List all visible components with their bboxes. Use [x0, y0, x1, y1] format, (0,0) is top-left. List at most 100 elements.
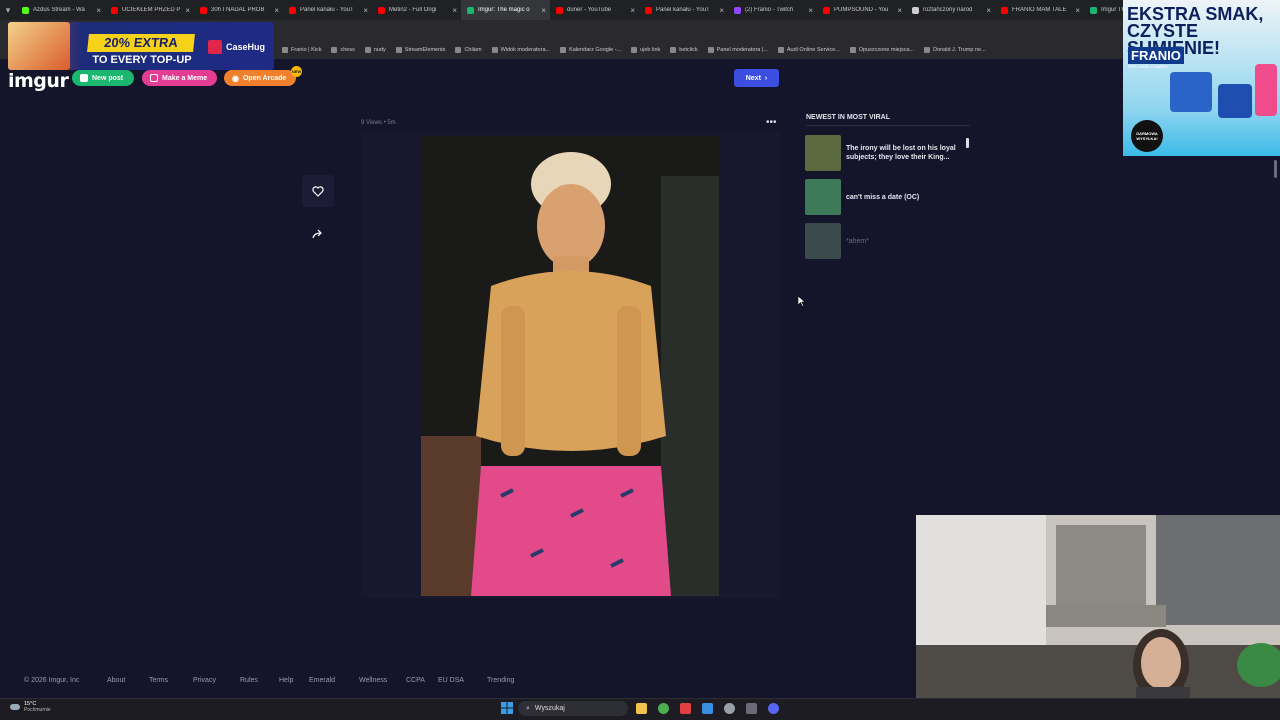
- tab-title: FRANIO MAM TALE: [1012, 7, 1067, 13]
- tab-favicon-icon: [734, 6, 741, 14]
- tab-close-icon[interactable]: ×: [719, 6, 724, 15]
- tab-close-icon[interactable]: ×: [274, 6, 279, 15]
- tab-close-icon[interactable]: ×: [897, 6, 902, 15]
- more-options-icon[interactable]: •••: [766, 117, 777, 128]
- tab-close-icon[interactable]: ×: [96, 6, 101, 15]
- bookmark-label: Franio | Kick: [291, 46, 322, 53]
- bookmark-item[interactable]: Franio | Kick: [282, 46, 322, 53]
- footer-link-trending[interactable]: Trending: [487, 677, 514, 684]
- footer-link-help[interactable]: Help: [279, 677, 309, 684]
- bookmark-item[interactable]: Opuszczone miejsca...: [849, 46, 915, 53]
- browser-tab[interactable]: Azdus Stream - Wa ×: [16, 0, 105, 20]
- bookmark-label: Chilam: [464, 46, 482, 53]
- tab-title: duner - YouTube: [567, 7, 612, 13]
- browser-tab[interactable]: Panel kanału - YouT ×: [283, 0, 372, 20]
- weather-desc: Pochmurnie: [24, 707, 51, 713]
- discord-icon[interactable]: [768, 703, 779, 714]
- bookmark-favicon-icon: [455, 46, 462, 53]
- file-explorer-icon[interactable]: [636, 703, 647, 714]
- meme-icon: [150, 74, 158, 82]
- tab-title: Imgur: The magic o: [478, 7, 530, 13]
- viral-item[interactable]: *ahem*: [805, 223, 971, 259]
- browser-tab[interactable]: FRANIO MAM TALE ×: [995, 0, 1084, 20]
- bookmark-item[interactable]: ujeb link: [631, 46, 660, 53]
- tab-close-icon[interactable]: ×: [363, 6, 368, 15]
- bookmark-favicon-icon: [707, 46, 714, 53]
- taskbar-search-label: Wyszukaj: [534, 705, 565, 712]
- next-post-button[interactable]: Next ›: [734, 69, 779, 87]
- webcam-overlay: [916, 515, 1280, 705]
- bookmark-item[interactable]: Chilam: [455, 46, 482, 53]
- sidebar-title: NEWEST IN MOST VIRAL: [806, 114, 890, 121]
- bookmark-item[interactable]: Widok moderatora...: [491, 46, 550, 53]
- browser-tab[interactable]: UCIEKŁEM PRZED P ×: [105, 0, 194, 20]
- tab-close-icon[interactable]: ×: [185, 6, 190, 15]
- windows-start-icon[interactable]: [501, 702, 513, 714]
- bookmark-label: Opuszczone miejsca...: [858, 46, 915, 53]
- browser-tab[interactable]: (2) Franio - Twitch ×: [728, 0, 817, 20]
- tab-title: roztańczony narod: [923, 7, 973, 13]
- tab-close-icon[interactable]: ×: [452, 6, 457, 15]
- new-post-button[interactable]: New post: [72, 70, 134, 86]
- tab-close-icon[interactable]: ×: [1075, 6, 1080, 15]
- tab-close-icon[interactable]: ×: [986, 6, 991, 15]
- browser-tab[interactable]: PUMPSOUND - You ×: [817, 0, 906, 20]
- weather-widget[interactable]: 15°C Pochmurnie: [10, 701, 51, 713]
- footer-link-terms[interactable]: Terms: [149, 677, 193, 684]
- tab-title: Panel kanału - YouT: [300, 7, 354, 13]
- imgur-logo[interactable]: imgur: [8, 70, 69, 92]
- bookmark-favicon-icon: [560, 46, 567, 53]
- browser-tab[interactable]: 30h I NADAL PROB ×: [194, 0, 283, 20]
- bookmark-item[interactable]: Panel moderatora |...: [707, 46, 768, 53]
- sidebar-scroll-indicator[interactable]: [966, 138, 969, 148]
- bookmark-favicon-icon: [670, 46, 677, 53]
- viral-item[interactable]: The irony will be lost on his loyal subj…: [805, 135, 971, 171]
- bookmark-item[interactable]: StreamElements: [395, 46, 445, 53]
- browser-tab[interactable]: roztańczony narod ×: [906, 0, 995, 20]
- bookmark-item[interactable]: Kalendarz Google -...: [560, 46, 622, 53]
- tab-favicon-icon: [823, 6, 830, 14]
- bookmark-item[interactable]: betclick: [670, 46, 698, 53]
- favorite-button[interactable]: [302, 175, 334, 207]
- cloud-icon: [10, 704, 20, 710]
- post-image[interactable]: [421, 136, 719, 596]
- viral-item[interactable]: can't miss a date (OC): [805, 179, 971, 215]
- footer-link-privacy[interactable]: Privacy: [193, 677, 240, 684]
- footer-link-ccpa[interactable]: CCPA: [406, 677, 438, 684]
- bookmark-item[interactable]: Donald J. Trump ne...: [924, 46, 986, 53]
- footer-link-about[interactable]: About: [107, 677, 149, 684]
- tab-close-icon[interactable]: ×: [541, 6, 546, 15]
- browser-tab[interactable]: Panel kanału - YouT ×: [639, 0, 728, 20]
- share-button[interactable]: [302, 218, 334, 250]
- bookmark-item[interactable]: chess: [331, 46, 355, 53]
- tab-title: Panel kanału - YouT: [656, 7, 710, 13]
- tab-close-icon[interactable]: ×: [808, 6, 813, 15]
- page-scrollbar[interactable]: [1274, 160, 1277, 178]
- footer-link-wellness[interactable]: Wellness: [359, 677, 406, 684]
- tab-favicon-icon: [289, 6, 296, 14]
- browser-tab[interactable]: duner - YouTube ×: [550, 0, 639, 20]
- app-icon[interactable]: [746, 703, 757, 714]
- footer-link-eu-dsa[interactable]: EU DSA: [438, 677, 487, 684]
- browser-tab[interactable]: Imgur: The magic o ×: [461, 0, 550, 20]
- viral-title: *ahem*: [846, 237, 869, 245]
- make-meme-button[interactable]: Make a Meme: [142, 70, 217, 86]
- footer-link-emerald[interactable]: Emerald: [309, 677, 359, 684]
- tab-list-icon[interactable]: ▾: [0, 5, 16, 16]
- bookmark-favicon-icon: [395, 46, 402, 53]
- open-arcade-button[interactable]: ◉ Open Arcade: [224, 70, 296, 86]
- bookmark-label: Kalendarz Google -...: [569, 46, 622, 53]
- viral-title: can't miss a date (OC): [846, 193, 920, 201]
- taskbar-search[interactable]: ⌕ Wyszukaj: [518, 701, 628, 716]
- tab-favicon-icon: [556, 6, 563, 14]
- chrome-icon[interactable]: [658, 703, 669, 714]
- bookmark-item[interactable]: nudy: [364, 46, 386, 53]
- browser-tab[interactable]: Metin2 - Full Origi ×: [372, 0, 461, 20]
- tab-close-icon[interactable]: ×: [630, 6, 635, 15]
- notes-icon[interactable]: [702, 703, 713, 714]
- settings-icon[interactable]: [724, 703, 735, 714]
- app-icon[interactable]: [680, 703, 691, 714]
- tab-favicon-icon: [378, 6, 385, 14]
- footer-link-rules[interactable]: Rules: [240, 677, 279, 684]
- bookmark-item[interactable]: Audi Online Service...: [777, 46, 840, 53]
